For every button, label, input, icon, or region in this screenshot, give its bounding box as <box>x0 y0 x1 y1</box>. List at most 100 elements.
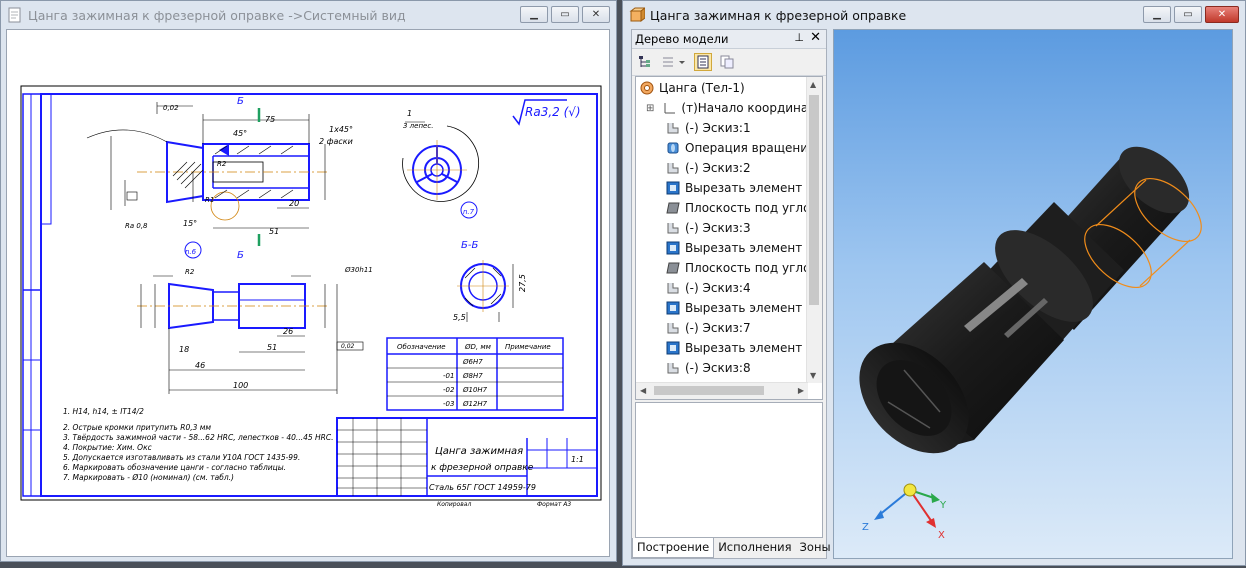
tree-item-sketch[interactable]: (-) Эскиз:7 <box>666 318 751 338</box>
tree-item-sketch[interactable]: (-) Эскиз:1 <box>666 118 751 138</box>
svg-text:-01: -01 <box>443 372 454 380</box>
document-icon <box>8 7 21 23</box>
svg-text:1х45°: 1х45° <box>329 125 353 134</box>
model-tree-list: Цанга (Тел-1) ⊞ (т)Начало координат (-) … <box>636 77 808 383</box>
tree-horizontal-scroll-thumb[interactable] <box>654 386 764 395</box>
drawing-window[interactable]: Цанга зажимная к фрезерной оправке ->Сис… <box>0 0 617 562</box>
sketch-icon <box>667 323 679 334</box>
tree-item-revolve[interactable]: Операция вращения:1 <box>666 138 808 158</box>
maximize-button[interactable]: ▭ <box>551 6 579 23</box>
tree-bottom-tabs: Построение Исполнения Зоны <box>632 538 831 558</box>
tree-list-icon[interactable] <box>660 53 688 71</box>
tree-item-plane[interactable]: Плоскость под углом:1 <box>666 198 808 218</box>
svg-text:3 лепес.: 3 лепес. <box>403 122 433 130</box>
tree-item-plane[interactable]: Плоскость под углом:2 <box>666 258 808 278</box>
3d-viewport[interactable]: Z Y X <box>833 29 1233 559</box>
tree-item-sketch[interactable]: (-) Эскиз:4 <box>666 278 751 298</box>
model-window-title: Цанга зажимная к фрезерной оправке <box>650 7 907 23</box>
tree-item-label: Вырезать элемент выдавливания:4 <box>685 341 808 355</box>
title-block-name-2: к фрезерной оправке <box>431 463 534 473</box>
tree-item-label: (-) Эскиз:2 <box>685 161 751 175</box>
sketch-icon <box>667 283 679 294</box>
tree-item-sketch[interactable]: (-) Эскиз:2 <box>666 158 751 178</box>
plane-icon <box>666 202 680 214</box>
tree-vertical-scrollbar[interactable]: ▲ ▼ <box>806 77 822 383</box>
svg-text:1: 1 <box>407 109 412 118</box>
drawing-canvas[interactable]: Б Б 75 45° 1х45° 2 фаски 51 20 R2 R1 0,0… <box>6 29 610 557</box>
model-window[interactable]: Цанга зажимная к фрезерной оправке ▁ ▭ ✕… <box>622 0 1246 566</box>
title-block-material: Сталь 65Г ГОСТ 14959-79 <box>429 483 536 492</box>
svg-text:Ø6Н7: Ø6Н7 <box>462 358 483 366</box>
tree-item-cut-extrude[interactable]: Вырезать элемент выдавливания:2 <box>666 238 808 258</box>
tree-item-cut-extrude[interactable]: Вырезать элемент выдавливания:4 <box>666 338 808 358</box>
svg-text:0,02: 0,02 <box>341 343 355 350</box>
svg-text:26: 26 <box>283 327 293 336</box>
properties-area <box>635 402 823 538</box>
svg-text:45°: 45° <box>233 129 247 138</box>
tree-filter-icon[interactable] <box>718 53 736 71</box>
svg-text:Примечание: Примечание <box>505 343 551 351</box>
minimize-button[interactable]: ▁ <box>520 6 548 23</box>
expand-icon[interactable]: ⊞ <box>646 103 654 114</box>
minimize-icon: ▁ <box>530 9 538 20</box>
model-tree[interactable]: Цанга (Тел-1) ⊞ (т)Начало координат (-) … <box>635 76 823 400</box>
tree-item-sketch[interactable]: (-) Эскиз:3 <box>666 218 751 238</box>
side-view-dimensions <box>140 275 364 394</box>
svg-text:51: 51 <box>267 343 277 352</box>
scroll-down-icon[interactable]: ▼ <box>810 371 816 380</box>
pin-icon[interactable]: ⊥ <box>794 31 804 44</box>
tree-view-icon[interactable] <box>694 53 712 71</box>
roughness-mark: Ra3,2 (√) <box>525 105 581 119</box>
maximize-icon: ▭ <box>560 9 570 20</box>
close-panel-icon[interactable]: ✕ <box>810 30 821 45</box>
svg-text:75: 75 <box>265 115 275 124</box>
svg-text:5,5: 5,5 <box>453 313 466 322</box>
svg-text:Обозначение: Обозначение <box>397 343 446 351</box>
section-label: Б-Б <box>461 240 478 251</box>
technical-drawing: Б Б 75 45° 1х45° 2 фаски 51 20 R2 R1 0,0… <box>20 85 602 508</box>
maximize-button[interactable]: ▭ <box>1174 6 1202 23</box>
svg-text:Б: Б <box>237 250 244 261</box>
svg-text:R1: R1 <box>205 196 214 204</box>
tree-item-label: Операция вращения:1 <box>685 141 808 155</box>
svg-text:0,02: 0,02 <box>163 104 179 112</box>
tab-zones[interactable]: Зоны <box>796 538 835 558</box>
svg-text:6. Маркировать обозначение цан: 6. Маркировать обозначение цанги - согла… <box>63 463 286 472</box>
tree-item-origin[interactable]: ⊞ (т)Начало координат <box>646 98 808 118</box>
tab-construction[interactable]: Построение <box>632 538 715 558</box>
maximize-icon: ▭ <box>1183 9 1193 20</box>
svg-text:-02: -02 <box>443 386 455 394</box>
tree-item-root[interactable]: Цанга (Тел-1) <box>640 78 745 98</box>
tree-item-label: Цанга (Тел-1) <box>659 81 745 95</box>
tree-item-cut-extrude[interactable]: Вырезать элемент выдавливания:3 <box>666 298 808 318</box>
tree-item-sketch[interactable]: (-) Эскиз:8 <box>666 358 751 378</box>
close-button[interactable]: ✕ <box>1205 6 1239 23</box>
svg-text:100: 100 <box>233 381 248 390</box>
minimize-button[interactable]: ▁ <box>1143 6 1171 23</box>
model-tree-header: Дерево модели ⊥ ✕ <box>632 30 826 49</box>
scroll-right-icon[interactable]: ▶ <box>798 386 804 395</box>
sketch-icon <box>667 363 679 374</box>
model-tree-title: Дерево модели <box>635 32 729 46</box>
scroll-left-icon[interactable]: ◀ <box>640 386 646 395</box>
tree-item-label: Вырезать элемент выдавливания:3 <box>685 301 808 315</box>
tree-item-label: (-) Эскиз:4 <box>685 281 751 295</box>
origin-icon <box>664 103 676 114</box>
close-icon: ✕ <box>1217 9 1227 20</box>
tab-versions[interactable]: Исполнения <box>714 538 795 558</box>
close-button[interactable]: ✕ <box>582 6 610 23</box>
scroll-up-icon[interactable]: ▲ <box>810 80 816 89</box>
tree-structure-icon[interactable] <box>636 53 654 71</box>
svg-text:51: 51 <box>269 227 279 236</box>
svg-text:Ø30h11: Ø30h11 <box>344 266 373 274</box>
svg-text:2. Острые кромки притупить R0,: 2. Острые кромки притупить R0,3 мм <box>63 423 211 432</box>
collet-side-view <box>137 241 327 330</box>
tree-item-cut-extrude[interactable]: Вырезать элемент выдавливания:1 <box>666 178 808 198</box>
tree-item-label: (т)Начало координат <box>681 101 808 115</box>
svg-text:Формат A3: Формат A3 <box>537 501 571 508</box>
tree-vertical-scroll-thumb[interactable] <box>809 95 819 305</box>
axis-triad-icon: Z Y X <box>862 483 947 541</box>
cut-extrude-icon <box>666 241 680 255</box>
cut-extrude-icon <box>666 181 680 195</box>
tree-horizontal-scrollbar[interactable]: ◀ ▶ <box>636 382 808 399</box>
